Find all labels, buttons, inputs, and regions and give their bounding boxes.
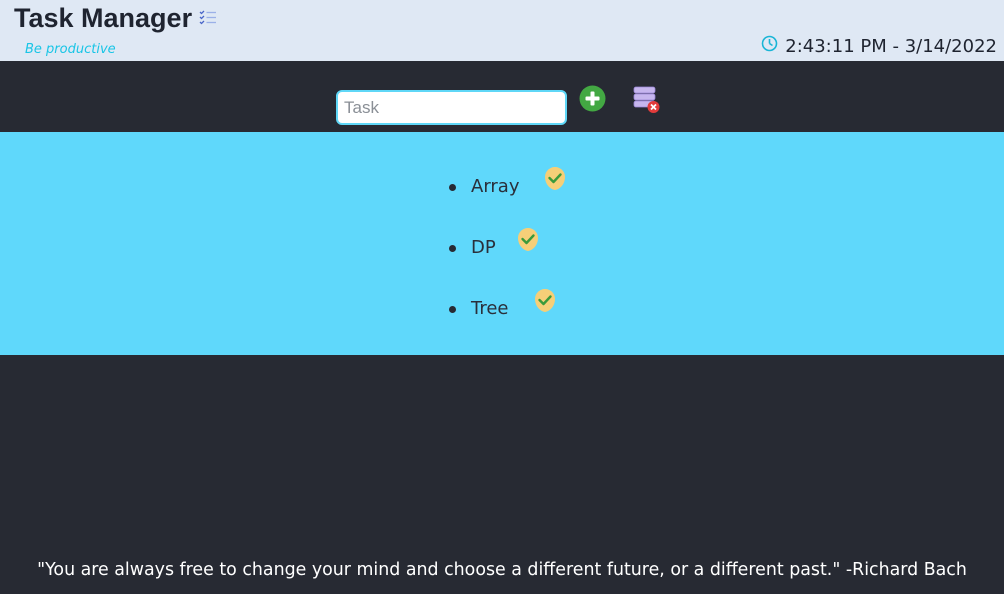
- app-title: Task Manager: [14, 3, 193, 33]
- complete-task-button[interactable]: [533, 288, 557, 313]
- bullet: [449, 184, 456, 191]
- complete-task-button[interactable]: [516, 227, 540, 252]
- check-badge-icon: [535, 289, 555, 312]
- title-row: Task Manager: [14, 2, 218, 34]
- task-item: Array: [449, 176, 519, 197]
- task-label: Tree: [471, 298, 509, 319]
- datetime-text: 2:43:11 PM - 3/14/2022: [785, 36, 997, 57]
- check-badge-icon: [545, 167, 565, 190]
- task-item: DP: [449, 237, 496, 258]
- plus-circle-icon: [579, 85, 606, 112]
- task-label: DP: [471, 237, 496, 258]
- clock-icon: [761, 35, 778, 52]
- clock: 2:43:11 PM - 3/14/2022: [761, 35, 997, 57]
- bullet: [449, 245, 456, 252]
- toolbar: [0, 61, 1004, 132]
- check-badge-icon: [518, 228, 538, 251]
- task-label: Array: [471, 176, 520, 197]
- bullet: [449, 306, 456, 313]
- task-list-panel: Array DP Tree: [0, 132, 1004, 355]
- add-task-button[interactable]: [579, 85, 606, 112]
- task-item: Tree: [449, 298, 509, 319]
- quote-text: "You are always free to change your mind…: [37, 560, 967, 580]
- complete-task-button[interactable]: [543, 166, 567, 191]
- database-delete-icon: [633, 86, 660, 113]
- task-manager-app: Task Manager Be productive 2:43:11 PM - …: [0, 0, 1004, 594]
- task-input[interactable]: [336, 90, 567, 125]
- tagline: Be productive: [25, 42, 116, 57]
- checklist-icon: [198, 8, 218, 28]
- clear-tasks-button[interactable]: [633, 86, 661, 114]
- header: Task Manager Be productive 2:43:11 PM - …: [0, 0, 1004, 61]
